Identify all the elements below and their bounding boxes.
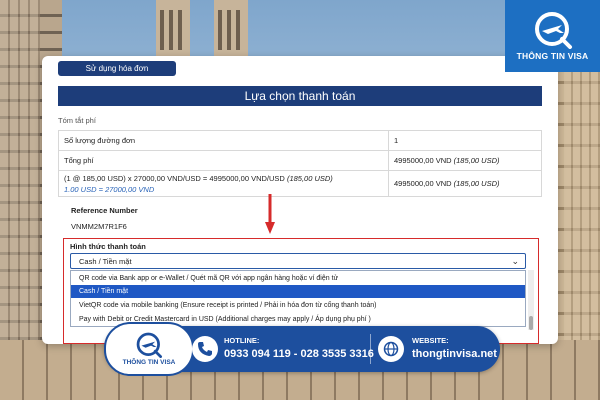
reference-label: Reference Number (71, 206, 138, 215)
value-note: (185,00 USD) (453, 156, 500, 165)
row-label: Tổng phí (58, 150, 389, 171)
page-title: Lựa chọn thanh toán (58, 86, 542, 106)
row-value: 4995000,00 VND (185,00 USD) (388, 150, 542, 171)
banner-divider (370, 334, 371, 364)
hotline-value[interactable]: 0933 094 119 - 028 3535 3316 (224, 348, 374, 360)
calc-text: (1 @ 185,00 USD) x 27000,00 VND/USD = 49… (64, 173, 285, 183)
phone-icon (192, 336, 218, 362)
airplane-q-icon (534, 12, 572, 49)
reference-value: VNMM2M7R1F6 (71, 222, 127, 231)
banner-logo: THÔNG TIN VISA (104, 322, 194, 376)
row-label: (1 @ 185,00 USD) x 27000,00 VND/USD = 49… (58, 170, 389, 197)
website-label: WEBSITE: (412, 336, 449, 345)
fee-summary-label: Tóm tắt phí (58, 116, 96, 125)
banner-brand-name: THÔNG TIN VISA (122, 359, 176, 366)
value-note: (185,00 USD) (453, 179, 500, 188)
calc-note: (185,00 USD) (286, 173, 333, 183)
row-value: 4995000,00 VND (185,00 USD) (388, 170, 542, 197)
tower-left (156, 0, 190, 60)
row-value: 1 (388, 130, 542, 151)
exchange-rate: 1.00 USD = 27000,00 VND (64, 184, 155, 194)
chevron-down-icon: ⌄ (511, 256, 519, 266)
table-row: Tổng phí 4995000,00 VND (185,00 USD) (58, 150, 542, 171)
airplane-q-icon (136, 332, 162, 358)
table-row: (1 @ 185,00 USD) x 27000,00 VND/USD = 49… (58, 170, 542, 197)
selected-value: Cash / Tiền mặt (79, 256, 132, 266)
payment-method-select[interactable]: Cash / Tiền mặt ⌄ (70, 253, 526, 269)
scrollbar-thumb[interactable] (529, 316, 533, 330)
option-vietqr[interactable]: VietQR code via mobile banking (Ensure r… (71, 298, 525, 312)
option-cash[interactable]: Cash / Tiền mặt (71, 285, 525, 298)
payment-method-label: Hình thức thanh toán (70, 242, 146, 251)
value-main: 4995000,00 VND (394, 156, 452, 165)
option-qr-bank[interactable]: QR code via Bank app or e-Wallet / Quét … (71, 271, 525, 285)
use-invoice-button[interactable]: Sử dụng hóa đơn (58, 61, 176, 76)
brand-logo: THÔNG TIN VISA (505, 0, 600, 72)
table-row: Số lượng đường đơn 1 (58, 130, 542, 151)
value-main: 4995000,00 VND (394, 179, 452, 188)
payment-card: Sử dụng hóa đơn Lựa chọn thanh toán Tóm … (42, 56, 558, 344)
website-link[interactable]: thongtinvisa.net (412, 348, 497, 360)
hotline-label: HOTLINE: (224, 336, 260, 345)
row-label: Số lượng đường đơn (58, 130, 389, 151)
payment-options-list: QR code via Bank app or e-Wallet / Quét … (70, 270, 526, 327)
fee-table: Số lượng đường đơn 1 Tổng phí 4995000,00… (58, 130, 542, 197)
red-arrow-icon (265, 194, 275, 234)
tower-right (214, 0, 248, 60)
globe-icon (378, 336, 404, 362)
brand-name: THÔNG TIN VISA (516, 51, 589, 61)
